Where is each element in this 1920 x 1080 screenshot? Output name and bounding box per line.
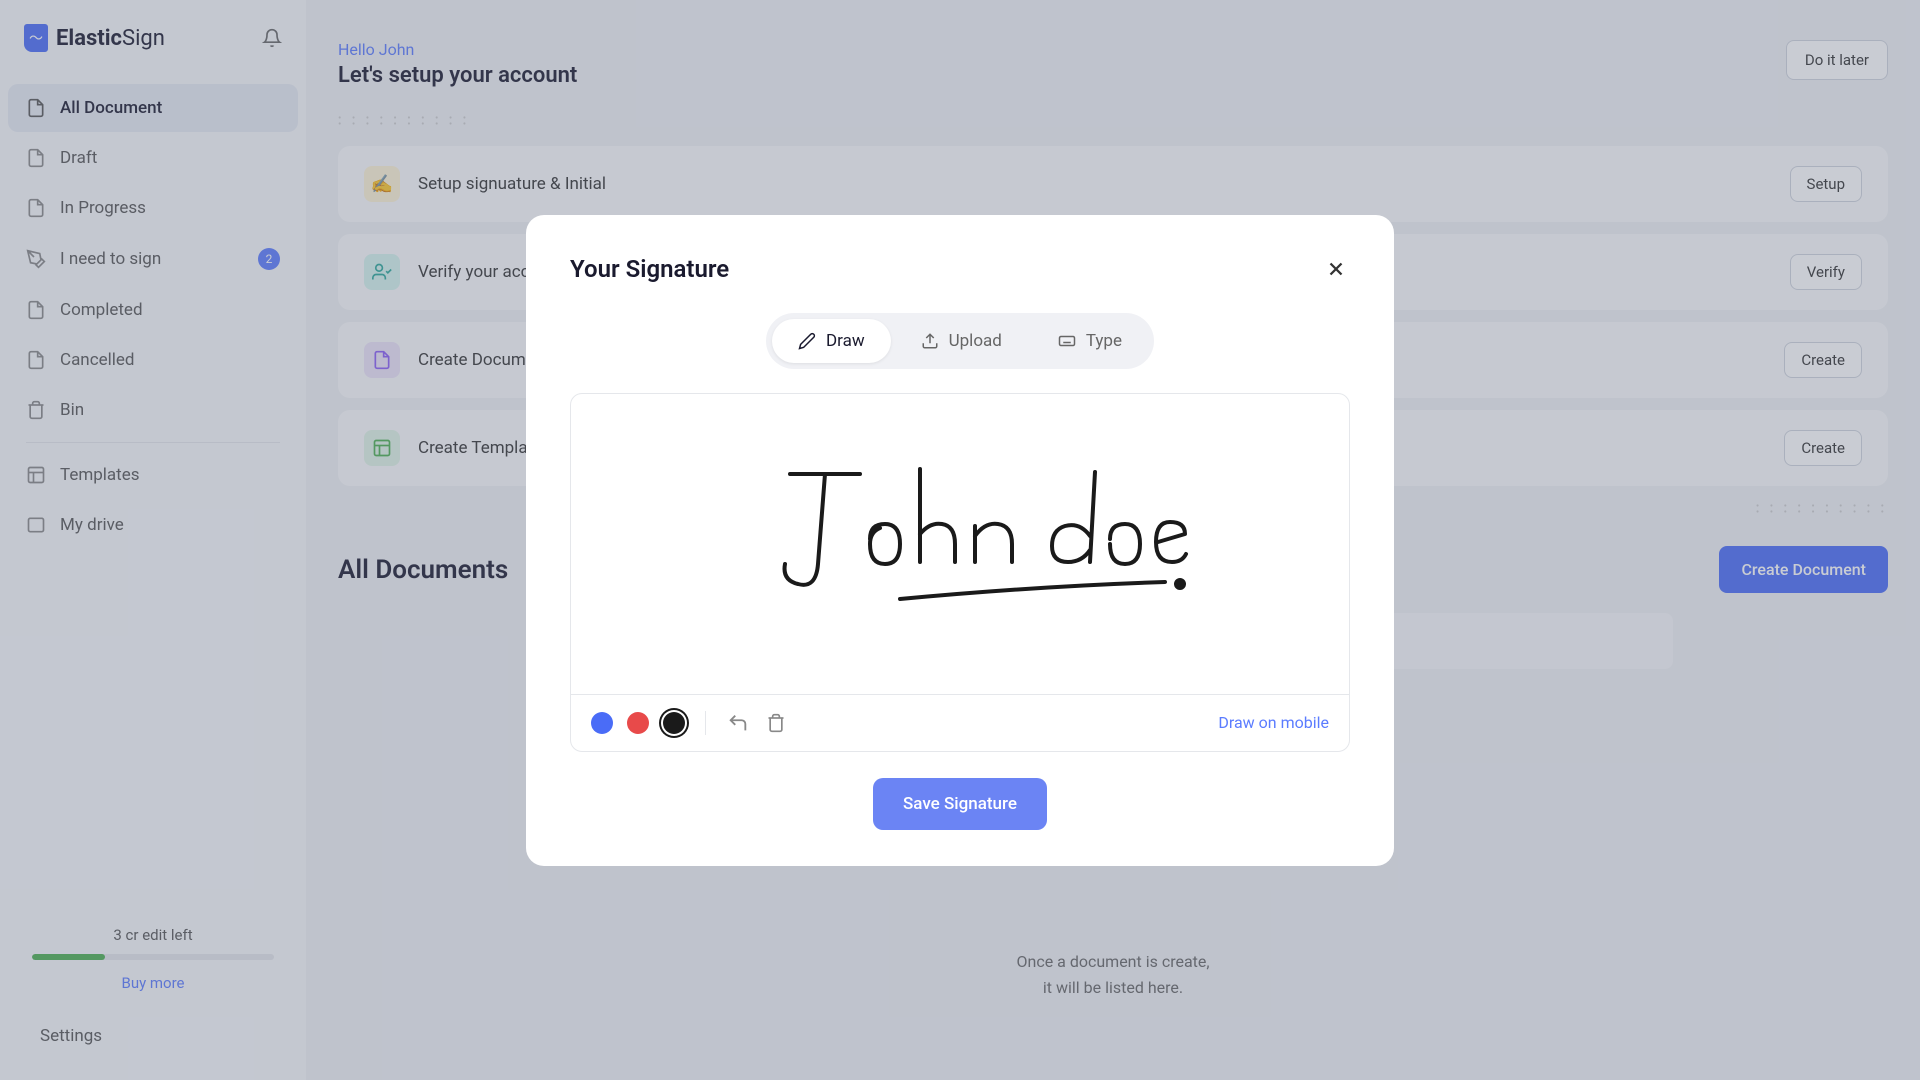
tab-upload[interactable]: Upload (895, 319, 1028, 363)
canvas-wrap: Draw on mobile (570, 393, 1350, 752)
tab-label: Type (1086, 331, 1122, 351)
pencil-icon (798, 332, 816, 350)
trash-icon[interactable] (764, 711, 788, 735)
modal-header: Your Signature (570, 255, 1350, 283)
close-icon[interactable] (1322, 255, 1350, 283)
undo-icon[interactable] (726, 711, 750, 735)
tab-label: Upload (949, 331, 1002, 351)
color-black[interactable] (663, 712, 685, 734)
signature-drawing (720, 454, 1200, 634)
modal-footer: Save Signature (570, 778, 1350, 830)
signature-modal: Your Signature Draw Upload Type (526, 215, 1394, 866)
tab-group: Draw Upload Type (766, 313, 1154, 369)
tabs: Draw Upload Type (570, 313, 1350, 369)
draw-on-mobile-link[interactable]: Draw on mobile (1218, 713, 1329, 732)
keyboard-icon (1058, 332, 1076, 350)
tab-label: Draw (826, 331, 865, 351)
tab-draw[interactable]: Draw (772, 319, 891, 363)
tab-type[interactable]: Type (1032, 319, 1148, 363)
save-signature-button[interactable]: Save Signature (873, 778, 1047, 830)
modal-overlay[interactable]: Your Signature Draw Upload Type (0, 0, 1920, 1080)
color-blue[interactable] (591, 712, 613, 734)
canvas-tools: Draw on mobile (571, 694, 1349, 751)
separator (705, 711, 706, 735)
color-red[interactable] (627, 712, 649, 734)
signature-canvas[interactable] (571, 394, 1349, 694)
modal-title: Your Signature (570, 255, 729, 283)
upload-icon (921, 332, 939, 350)
